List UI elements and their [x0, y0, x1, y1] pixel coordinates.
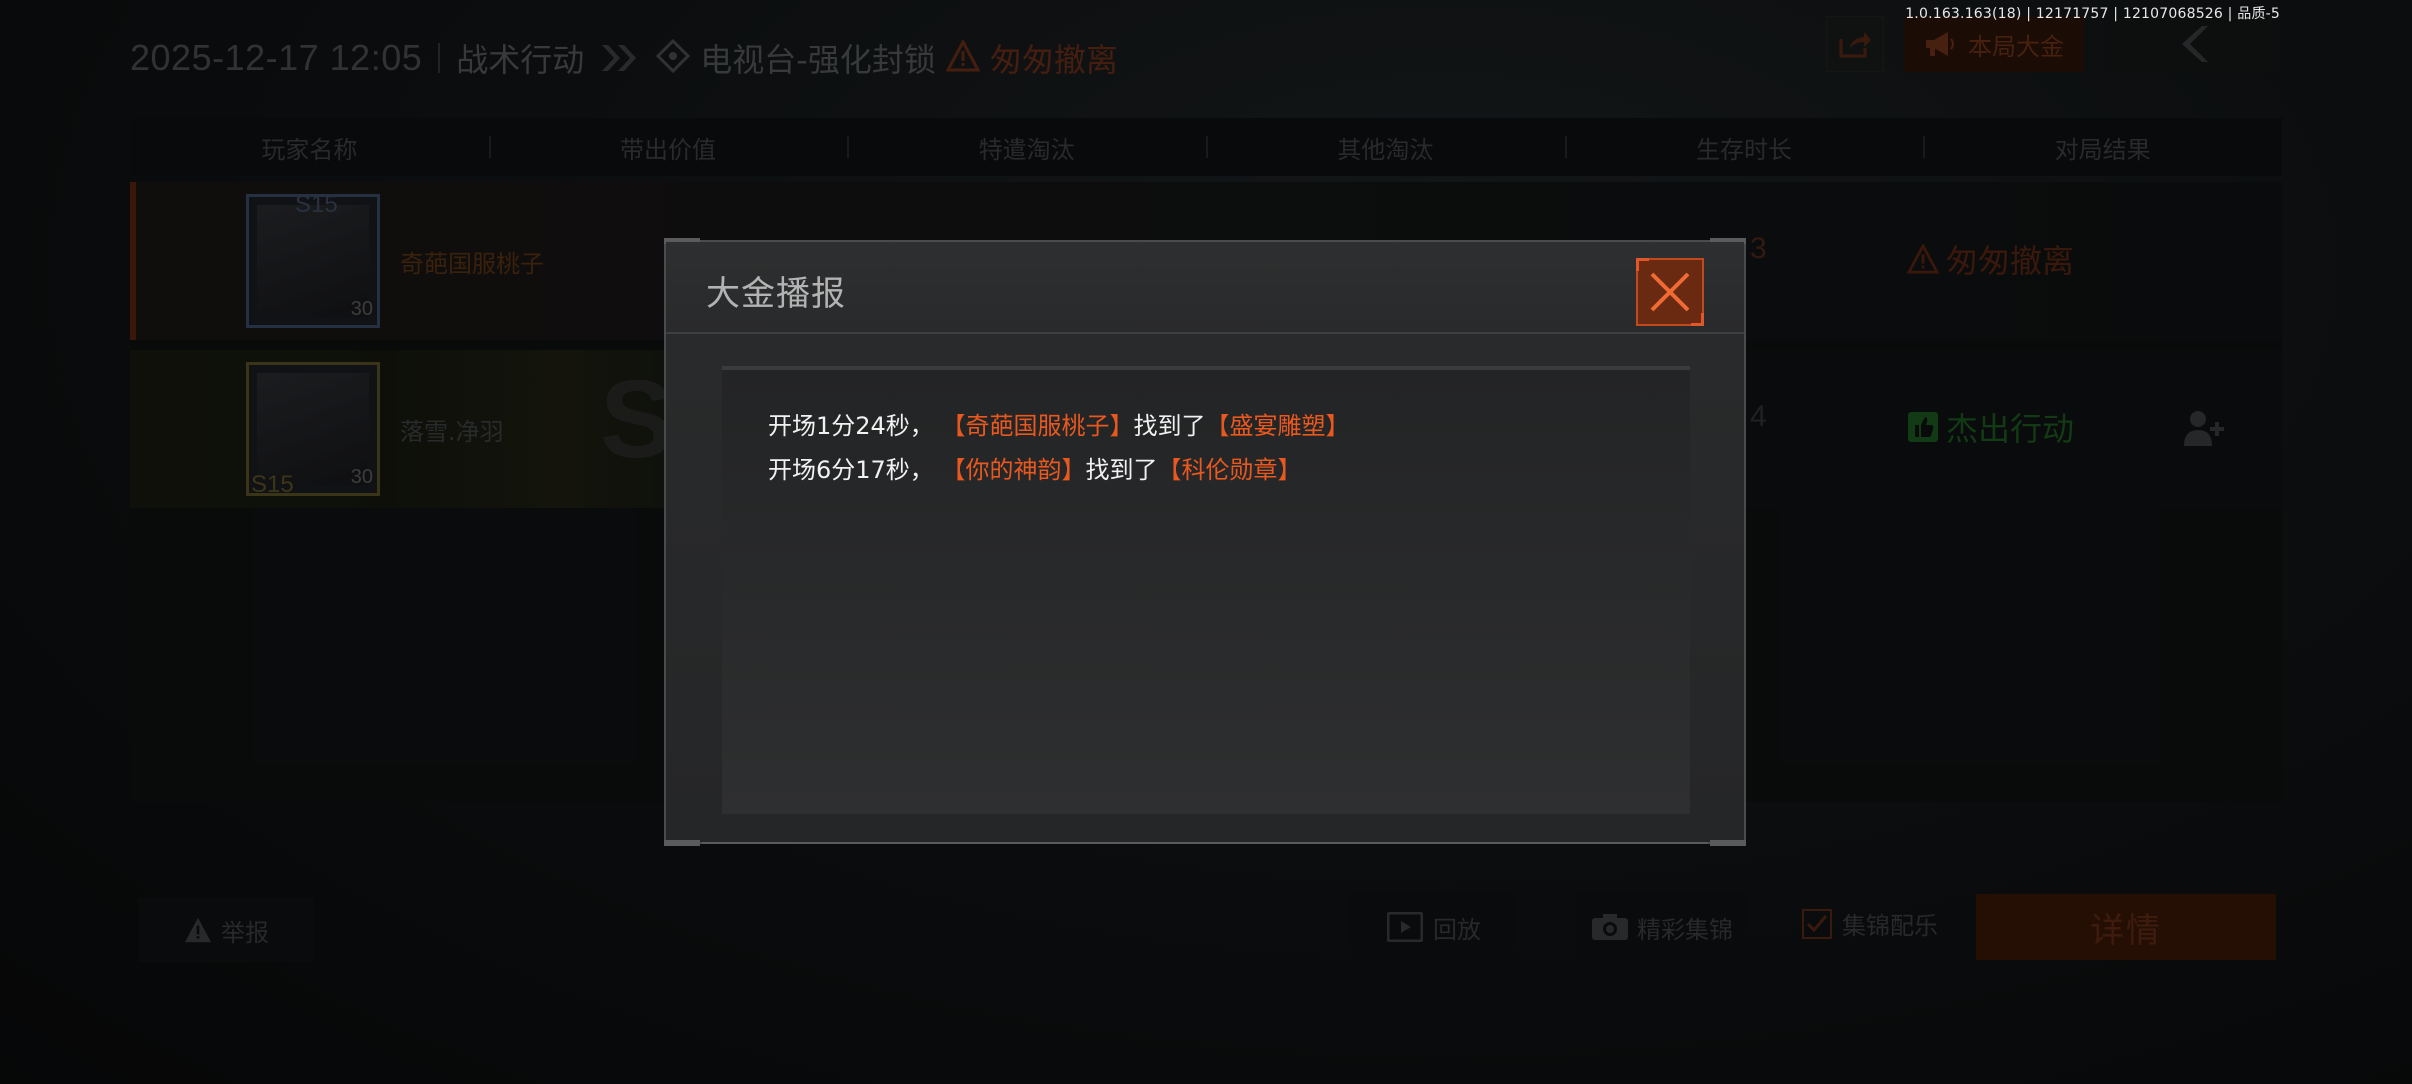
broadcast-item: 科伦勋章 [1181, 456, 1278, 484]
screen: 1.0.163.163(18) | 12171757 | 12107068526… [0, 0, 2412, 1084]
broadcast-verb: 找到了 [1085, 456, 1158, 484]
bracket-close: 】 [1061, 456, 1086, 484]
big-money-broadcast-dialog: 大金播报 开场1分24秒， 【奇葩国服桃子】找到了【盛宴雕塑】 开场6分17秒，… [664, 238, 1746, 846]
bracket-open: 【 [1205, 412, 1230, 440]
close-icon [1650, 272, 1690, 312]
broadcast-time: 开场1分24秒， [768, 412, 934, 440]
bracket-close: 】 [1277, 456, 1302, 484]
broadcast-time: 开场6分17秒， [768, 456, 934, 484]
bracket-close: 】 [1325, 412, 1350, 440]
close-button[interactable] [1636, 258, 1704, 326]
dialog-title: 大金播报 [706, 274, 846, 314]
bracket-open: 【 [941, 456, 966, 484]
version-text: 1.0.163.163(18) | 12171757 | 12107068526… [1905, 6, 2280, 22]
broadcast-verb: 找到了 [1133, 412, 1206, 440]
broadcast-item: 盛宴雕塑 [1229, 412, 1326, 440]
list-item: 开场1分24秒， 【奇葩国服桃子】找到了【盛宴雕塑】 [768, 404, 1349, 448]
dialog-header: 大金播报 [666, 242, 1744, 334]
bracket-open: 【 [1157, 456, 1182, 484]
broadcast-player[interactable]: 奇葩国服桃子 [965, 412, 1109, 440]
broadcast-panel: 开场1分24秒， 【奇葩国服桃子】找到了【盛宴雕塑】 开场6分17秒， 【你的神… [722, 366, 1690, 814]
bracket-open: 【 [941, 412, 966, 440]
dialog-corner [664, 840, 700, 846]
dialog-bottom-border [702, 842, 1708, 844]
dialog-corner [1710, 840, 1746, 846]
bracket-close: 】 [1109, 412, 1134, 440]
broadcast-list: 开场1分24秒， 【奇葩国服桃子】找到了【盛宴雕塑】 开场6分17秒， 【你的神… [768, 404, 1349, 492]
broadcast-player[interactable]: 你的神韵 [965, 456, 1061, 484]
list-item: 开场6分17秒， 【你的神韵】找到了【科伦勋章】 [768, 448, 1349, 492]
